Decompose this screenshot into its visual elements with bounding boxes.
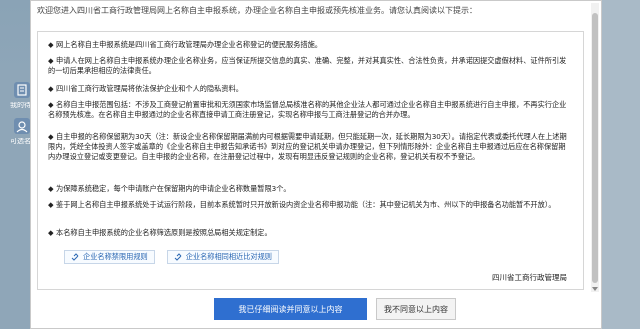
rule-links: 企业名称禁限用规则 企业名称相同相近比对规则 — [64, 250, 279, 264]
notice-item-5: ◆ 自主申报的名称保留期为30天（注：新设企业名称保留期届满前内可根据需要申请延期… — [48, 132, 571, 162]
forbidden-rules-link[interactable]: 企业名称禁限用规则 — [64, 250, 155, 264]
names-icon — [14, 118, 30, 134]
dialog-scroll-area: 欢迎您进入四川省工商行政管理局网上名称自主申报系统，办理企业名称自主申报或预先核… — [31, 1, 591, 294]
bullet-icon: ◆ — [48, 84, 54, 93]
issuer-signature: 四川省工商行政管理局 — [492, 273, 567, 282]
notice-dialog: 欢迎您进入四川省工商行政管理局网上名称自主申报系统，办理企业名称自主申报或预先核… — [30, 0, 602, 329]
notice-item-4: ◆ 名称自主申报范围包括：不涉及工商登记前置审批和无须国家市场监督总局核准名称的其… — [48, 100, 571, 120]
background-right-strip — [602, 0, 640, 329]
scrollbar-thumb[interactable] — [592, 13, 598, 283]
bullet-icon: ◆ — [48, 56, 54, 65]
bullet-icon: ◆ — [48, 40, 54, 49]
bullet-icon: ◆ — [48, 100, 54, 109]
notice-item-text: 四川省工商行政管理局将依法保护企业和个人的隐私资料。 — [56, 84, 243, 93]
link-icon — [71, 253, 79, 261]
bullet-icon: ◆ — [48, 200, 54, 209]
agree-button[interactable]: 我已仔细阅读并同意以上内容 — [214, 298, 367, 320]
notice-item-text: 为保障系统稳定，每个申请账户在保留期内的申请企业名称数量暂限3个。 — [56, 184, 291, 193]
notice-item-text: 自主申报的名称保留期为30天（注：新设企业名称保留期届满前内可根据需要申请延期，… — [48, 132, 567, 161]
dialog-footer: 我已仔细阅读并同意以上内容 我不同意以上内容 — [31, 294, 601, 328]
notice-item-6: ◆ 为保障系统稳定，每个申请账户在保留期内的申请企业名称数量暂限3个。 — [48, 184, 571, 194]
notice-item-7: ◆ 鉴于网上名称自主申报系统处于试运行阶段，目前本系统暂时只开放新设内资企业名称申… — [48, 200, 571, 210]
notice-item-2: ◆ 申请人在网上名称自主申报系统办理企业名称业务，应当保证所提交信息的真实、准确、… — [48, 56, 571, 76]
link-icon — [174, 253, 182, 261]
bullet-icon: ◆ — [48, 132, 54, 141]
notice-item-text: 本名称自主申报系统的企业名称筛选原则是按照总局相关规定制定。 — [56, 228, 272, 237]
dialog-scrollbar[interactable] — [591, 3, 599, 292]
disagree-button[interactable]: 我不同意以上内容 — [376, 298, 456, 320]
similarity-rules-link[interactable]: 企业名称相同相近比对规则 — [166, 250, 279, 264]
notice-item-text: 申请人在网上名称自主申报系统办理企业名称业务，应当保证所提交信息的真实、准确、完… — [48, 56, 567, 75]
notice-box: ◆ 网上名称自主申报系统是四川省工商行政管理局办理企业名称登记的便民服务措施。 ◆… — [37, 31, 584, 290]
notice-item-3: ◆ 四川省工商行政管理局将依法保护企业和个人的隐私资料。 — [48, 84, 571, 94]
forbidden-rules-link-label: 企业名称禁限用规则 — [83, 252, 148, 261]
scroll-down-arrow-icon[interactable] — [592, 287, 598, 291]
notice-item-text: 网上名称自主申报系统是四川省工商行政管理局办理企业名称登记的便民服务措施。 — [56, 40, 322, 49]
bullet-icon: ◆ — [48, 228, 54, 237]
notice-item-8: ◆ 本名称自主申报系统的企业名称筛选原则是按照总局相关规定制定。 — [48, 228, 571, 238]
notice-item-text: 鉴于网上名称自主申报系统处于试运行阶段，目前本系统暂时只开放新设内资企业名称申报… — [56, 200, 556, 209]
bullet-icon: ◆ — [48, 184, 54, 193]
notice-item-1: ◆ 网上名称自主申报系统是四川省工商行政管理局办理企业名称登记的便民服务措施。 — [48, 40, 571, 50]
notice-item-text: 名称自主申报范围包括：不涉及工商登记前置审批和无须国家市场监督总局核准名称的其他… — [48, 100, 567, 119]
todo-icon — [14, 82, 30, 98]
similarity-rules-link-label: 企业名称相同相近比对规则 — [185, 252, 272, 261]
intro-text: 欢迎您进入四川省工商行政管理局网上名称自主申报系统，办理企业名称自主申报或预先核… — [37, 6, 477, 15]
